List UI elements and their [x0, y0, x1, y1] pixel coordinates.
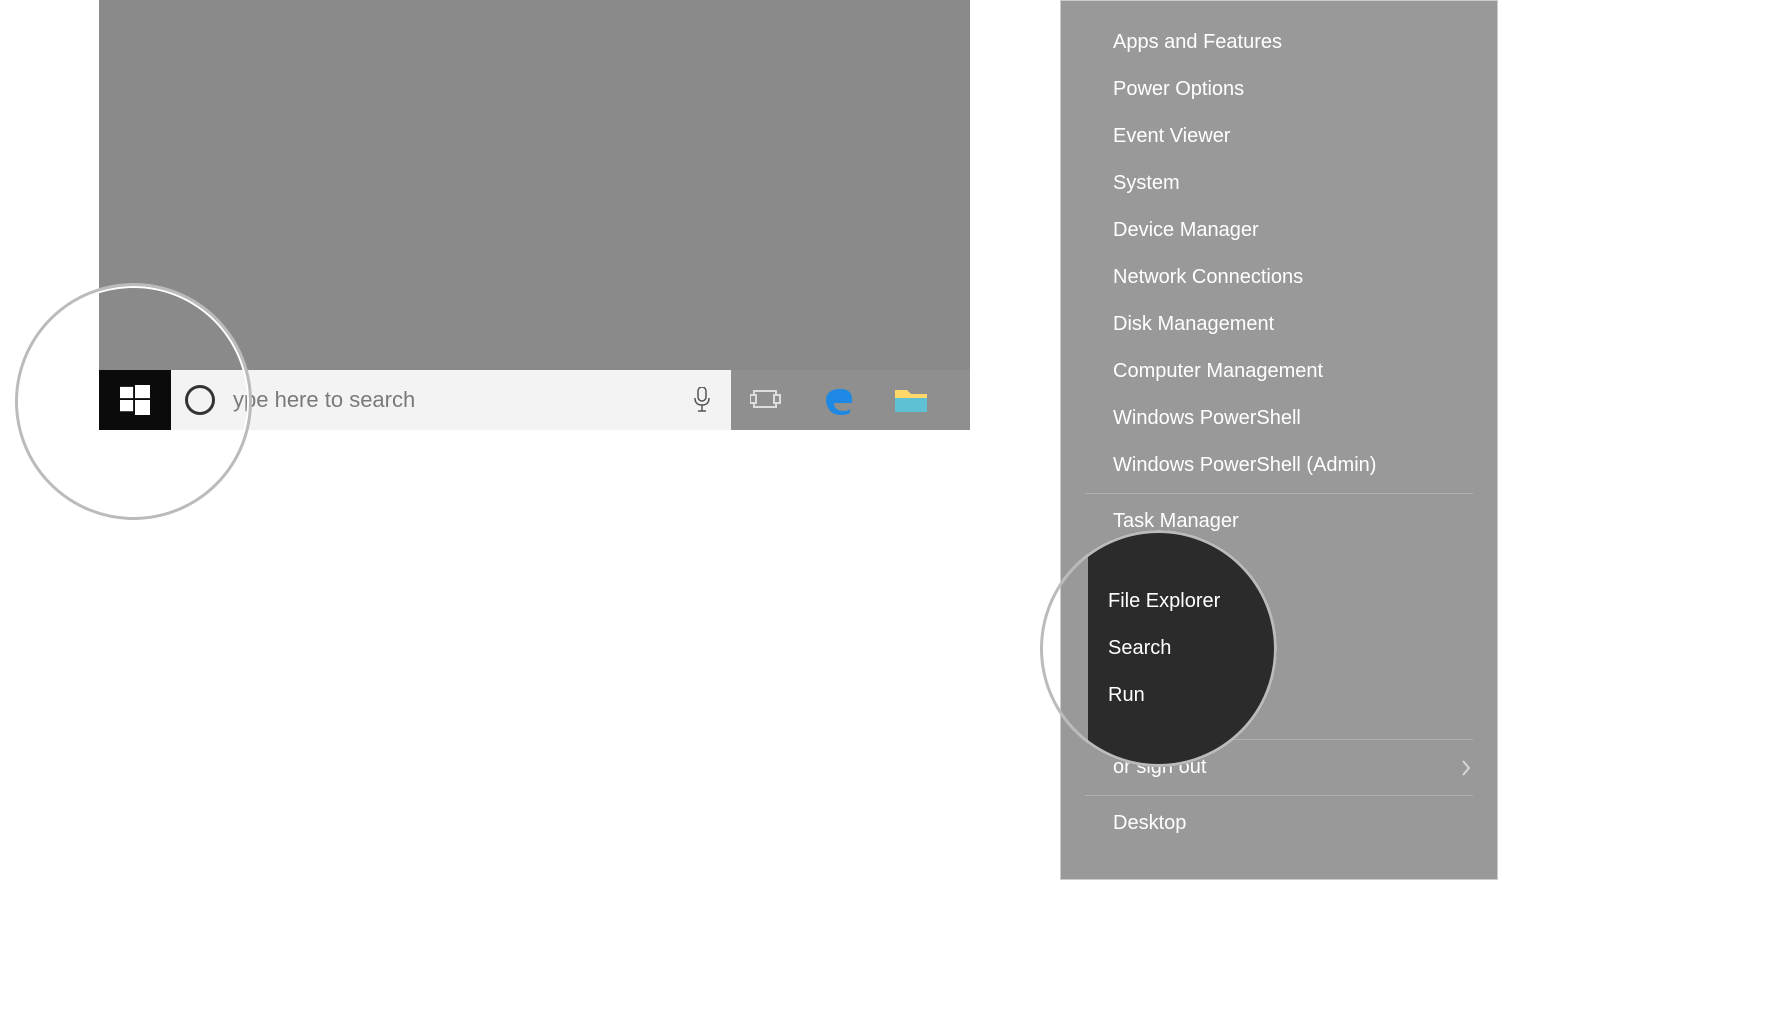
menu-item-apps-features[interactable]: Apps and Features	[1061, 19, 1497, 66]
menu-separator	[1085, 795, 1473, 796]
edge-button[interactable]	[803, 370, 875, 430]
menu-item-device-manager[interactable]: Device Manager	[1061, 207, 1497, 254]
menu-separator	[1085, 739, 1473, 740]
menu-item-network-connections[interactable]: Network Connections	[1061, 254, 1497, 301]
cortana-icon	[185, 385, 215, 415]
microphone-icon[interactable]	[693, 387, 711, 413]
taskbar-pinned-apps	[731, 370, 970, 430]
windows-logo-icon	[120, 385, 150, 415]
menu-item-task-manager[interactable]: Task Manager	[1061, 498, 1497, 545]
menu-item-sign-out-label: or sign out	[1113, 756, 1206, 778]
folder-icon	[893, 386, 929, 414]
menu-item-powershell[interactable]: Windows PowerShell	[1061, 395, 1497, 442]
winx-menu: Apps and Features Power Options Event Vi…	[1060, 0, 1498, 880]
menu-overlay-gap	[1061, 555, 1497, 735]
search-input[interactable]: ype here to search	[171, 370, 731, 430]
desktop-with-taskbar: ype here to search	[99, 0, 970, 430]
start-button[interactable]	[99, 370, 171, 430]
menu-item-disk-management[interactable]: Disk Management	[1061, 301, 1497, 348]
menu-item-desktop[interactable]: Desktop	[1061, 800, 1497, 847]
menu-item-event-viewer[interactable]: Event Viewer	[1061, 113, 1497, 160]
menu-item-system[interactable]: System	[1061, 160, 1497, 207]
chevron-right-icon	[1461, 759, 1471, 777]
file-explorer-button[interactable]	[875, 370, 947, 430]
task-view-icon	[750, 387, 784, 413]
taskbar: ype here to search	[99, 370, 970, 430]
edge-icon	[822, 383, 856, 417]
menu-separator	[1085, 493, 1473, 494]
menu-item-computer-management[interactable]: Computer Management	[1061, 348, 1497, 395]
winx-menu-list: Apps and Features Power Options Event Vi…	[1061, 1, 1497, 555]
menu-item-powershell-admin[interactable]: Windows PowerShell (Admin)	[1061, 442, 1497, 489]
search-placeholder: ype here to search	[233, 387, 693, 413]
menu-item-power-options[interactable]: Power Options	[1061, 66, 1497, 113]
task-view-button[interactable]	[731, 370, 803, 430]
menu-item-sign-out[interactable]: or sign out	[1061, 744, 1497, 791]
